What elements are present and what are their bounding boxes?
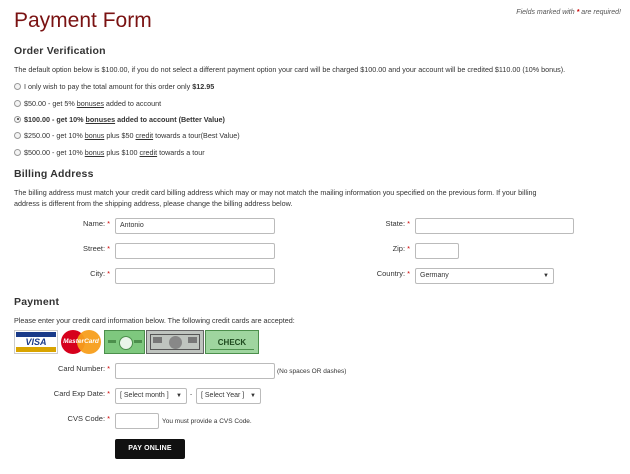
- payment-option-label: $50.00 - get 5% bonuses added to account: [24, 99, 161, 108]
- billing-intro-line-1: The billing address must match your cred…: [14, 188, 537, 197]
- option-link-text[interactable]: credit: [136, 131, 154, 140]
- card-number-label: Card Number: *: [57, 364, 110, 373]
- payment-option-label: $100.00 - get 10% bonuses added to accou…: [24, 115, 225, 124]
- name-input[interactable]: Antonio: [115, 218, 275, 234]
- pay-online-button[interactable]: PAY ONLINE: [115, 439, 185, 459]
- payment-option[interactable]: I only wish to pay the total amount for …: [14, 80, 214, 92]
- chevron-down-icon: ▼: [250, 393, 256, 399]
- banknote-icon: [146, 330, 204, 354]
- state-input[interactable]: [415, 218, 574, 234]
- page-title: Payment Form: [14, 9, 152, 32]
- option-text: added to account: [103, 98, 162, 108]
- city-label: City: *: [90, 269, 110, 278]
- country-select[interactable]: Germany ▼: [415, 268, 554, 284]
- exp-year-select[interactable]: [ Select Year ] ▼: [196, 388, 261, 404]
- check-icon: CHECK: [205, 330, 259, 354]
- city-input[interactable]: [115, 268, 275, 284]
- payment-option-label: $250.00 - get 10% bonus plus $50 credit …: [24, 131, 240, 140]
- chevron-down-icon: ▼: [543, 273, 549, 279]
- option-text: towards a tour: [157, 147, 205, 157]
- option-link-text[interactable]: bonuses: [86, 115, 116, 124]
- cvs-code-label: CVS Code: *: [67, 414, 110, 423]
- payment-intro-text: Please enter your credit card informatio…: [14, 316, 295, 325]
- payment-option[interactable]: $100.00 - get 10% bonuses added to accou…: [14, 113, 225, 125]
- option-link-text[interactable]: credit: [140, 148, 158, 157]
- payment-option-label: I only wish to pay the total amount for …: [24, 82, 214, 91]
- cvs-code-hint: You must provide a CVS Code.: [162, 418, 252, 425]
- option-text: added to account (Better Value): [115, 114, 225, 124]
- option-text: $50.00 - get 5%: [24, 98, 77, 108]
- required-fields-note: Fields marked with * are required!: [516, 9, 621, 16]
- exp-separator: -: [190, 391, 193, 398]
- order-verification-heading: Order Verification: [14, 45, 106, 57]
- option-text: I only wish to pay the total amount for …: [24, 81, 193, 91]
- cvs-code-input[interactable]: [115, 413, 159, 429]
- card-exp-label: Card Exp Date: *: [53, 389, 110, 398]
- option-link-text[interactable]: bonus: [85, 131, 105, 140]
- radio-icon[interactable]: [14, 131, 21, 139]
- card-number-hint: (No spaces OR dashes): [277, 368, 347, 375]
- option-text: plus $50: [104, 130, 136, 140]
- card-number-input[interactable]: [115, 363, 275, 379]
- country-label: Country: *: [376, 269, 410, 278]
- option-text: $100.00 - get 10%: [24, 114, 86, 124]
- radio-icon[interactable]: [14, 99, 21, 107]
- payment-option[interactable]: $250.00 - get 10% bonus plus $50 credit …: [14, 129, 240, 141]
- exp-month-select[interactable]: [ Select month ] ▼: [115, 388, 187, 404]
- bank-card-icon: [104, 330, 145, 354]
- option-text: towards a tour(Best Value): [153, 130, 240, 140]
- payment-option[interactable]: $500.00 - get 10% bonus plus $100 credit…: [14, 146, 205, 158]
- option-text: $500.00 - get 10%: [24, 147, 85, 157]
- zip-label: Zip: *: [392, 244, 410, 253]
- option-text: plus $100: [104, 147, 140, 157]
- option-link-text[interactable]: bonus: [85, 148, 105, 157]
- radio-checked-icon[interactable]: [14, 115, 21, 123]
- street-label: Street: *: [82, 244, 110, 253]
- option-link-text[interactable]: bonuses: [77, 99, 104, 108]
- street-input[interactable]: [115, 243, 275, 259]
- option-text: $12.95: [192, 81, 215, 91]
- billing-address-heading: Billing Address: [14, 168, 94, 180]
- payment-heading: Payment: [14, 296, 60, 308]
- radio-icon[interactable]: [14, 82, 21, 90]
- name-label: Name: *: [82, 219, 110, 228]
- option-text: $250.00 - get 10%: [24, 130, 85, 140]
- payment-option[interactable]: $50.00 - get 5% bonuses added to account: [14, 97, 161, 109]
- billing-intro-line-2: address is different from the shipping a…: [14, 199, 293, 208]
- mastercard-icon: MasterCard: [59, 330, 103, 354]
- order-intro-text: The default option below is $100.00, if …: [14, 65, 566, 74]
- payment-option-label: $500.00 - get 10% bonus plus $100 credit…: [24, 148, 205, 157]
- chevron-down-icon: ▼: [176, 393, 182, 399]
- radio-icon[interactable]: [14, 148, 21, 156]
- state-label: State: *: [385, 219, 410, 228]
- visa-card-icon: VISA: [14, 330, 58, 354]
- zip-input[interactable]: [415, 243, 459, 259]
